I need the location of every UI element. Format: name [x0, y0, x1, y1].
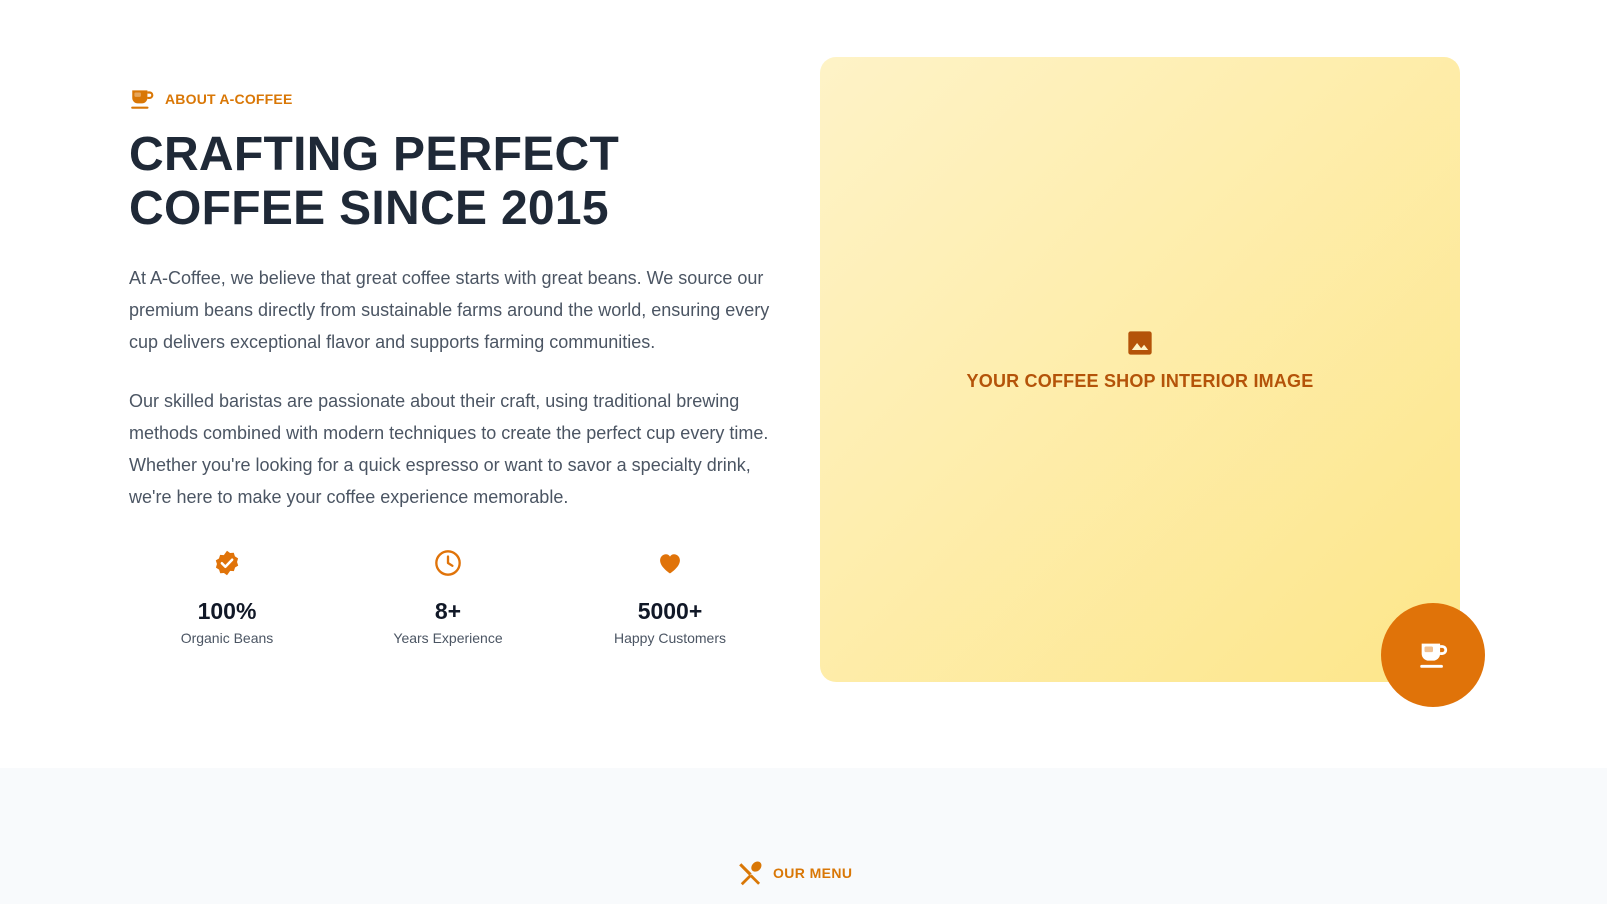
about-eyebrow-label: ABOUT A-COFFEE	[165, 91, 293, 107]
stat-value: 100%	[197, 598, 257, 624]
about-paragraph-2: Our skilled baristas are passionate abou…	[129, 391, 769, 507]
about-paragraph-1: At A-Coffee, we believe that great coffe…	[129, 268, 770, 352]
stat-label: Years Experience	[393, 630, 503, 646]
stat-label: Organic Beans	[180, 630, 274, 646]
headline-line-1: CRAFTING PERFECT	[129, 128, 620, 181]
about-headline: CRAFTING PERFECT COFFEE SINCE 2015	[129, 128, 749, 236]
image-icon	[820, 329, 1460, 357]
interior-image-placeholder: YOUR COFFEE SHOP INTERIOR IMAGE	[820, 57, 1460, 682]
coffee-cup-icon	[129, 86, 155, 112]
coffee-fab-button[interactable]	[1381, 603, 1485, 707]
image-placeholder-text: YOUR COFFEE SHOP INTERIOR IMAGE	[966, 371, 1314, 391]
stat-happy-customers: 5000+ Happy Customers	[570, 549, 770, 647]
coffee-cup-icon	[1416, 638, 1450, 672]
headline-line-2: COFFEE SINCE 2015	[129, 182, 609, 235]
stat-value: 5000+	[637, 598, 703, 624]
stat-organic-beans: 100% Organic Beans	[127, 549, 327, 647]
about-section: ABOUT A-COFFEE CRAFTING PERFECT COFFEE S…	[0, 0, 1607, 768]
about-eyebrow: ABOUT A-COFFEE	[129, 86, 293, 112]
menu-eyebrow: OUR MENU	[737, 860, 852, 886]
clock-icon	[348, 549, 548, 577]
page: ABOUT A-COFFEE CRAFTING PERFECT COFFEE S…	[0, 0, 1607, 904]
stat-label: Happy Customers	[613, 630, 727, 646]
verified-badge-icon	[127, 549, 327, 577]
fork-spoon-icon	[737, 860, 763, 886]
menu-section: OUR MENU	[0, 768, 1607, 904]
image-placeholder-content: YOUR COFFEE SHOP INTERIOR IMAGE	[820, 329, 1460, 392]
menu-eyebrow-label: OUR MENU	[773, 865, 853, 881]
heart-icon	[570, 549, 770, 577]
stat-value: 8+	[434, 598, 462, 624]
stat-years-experience: 8+ Years Experience	[348, 549, 548, 647]
